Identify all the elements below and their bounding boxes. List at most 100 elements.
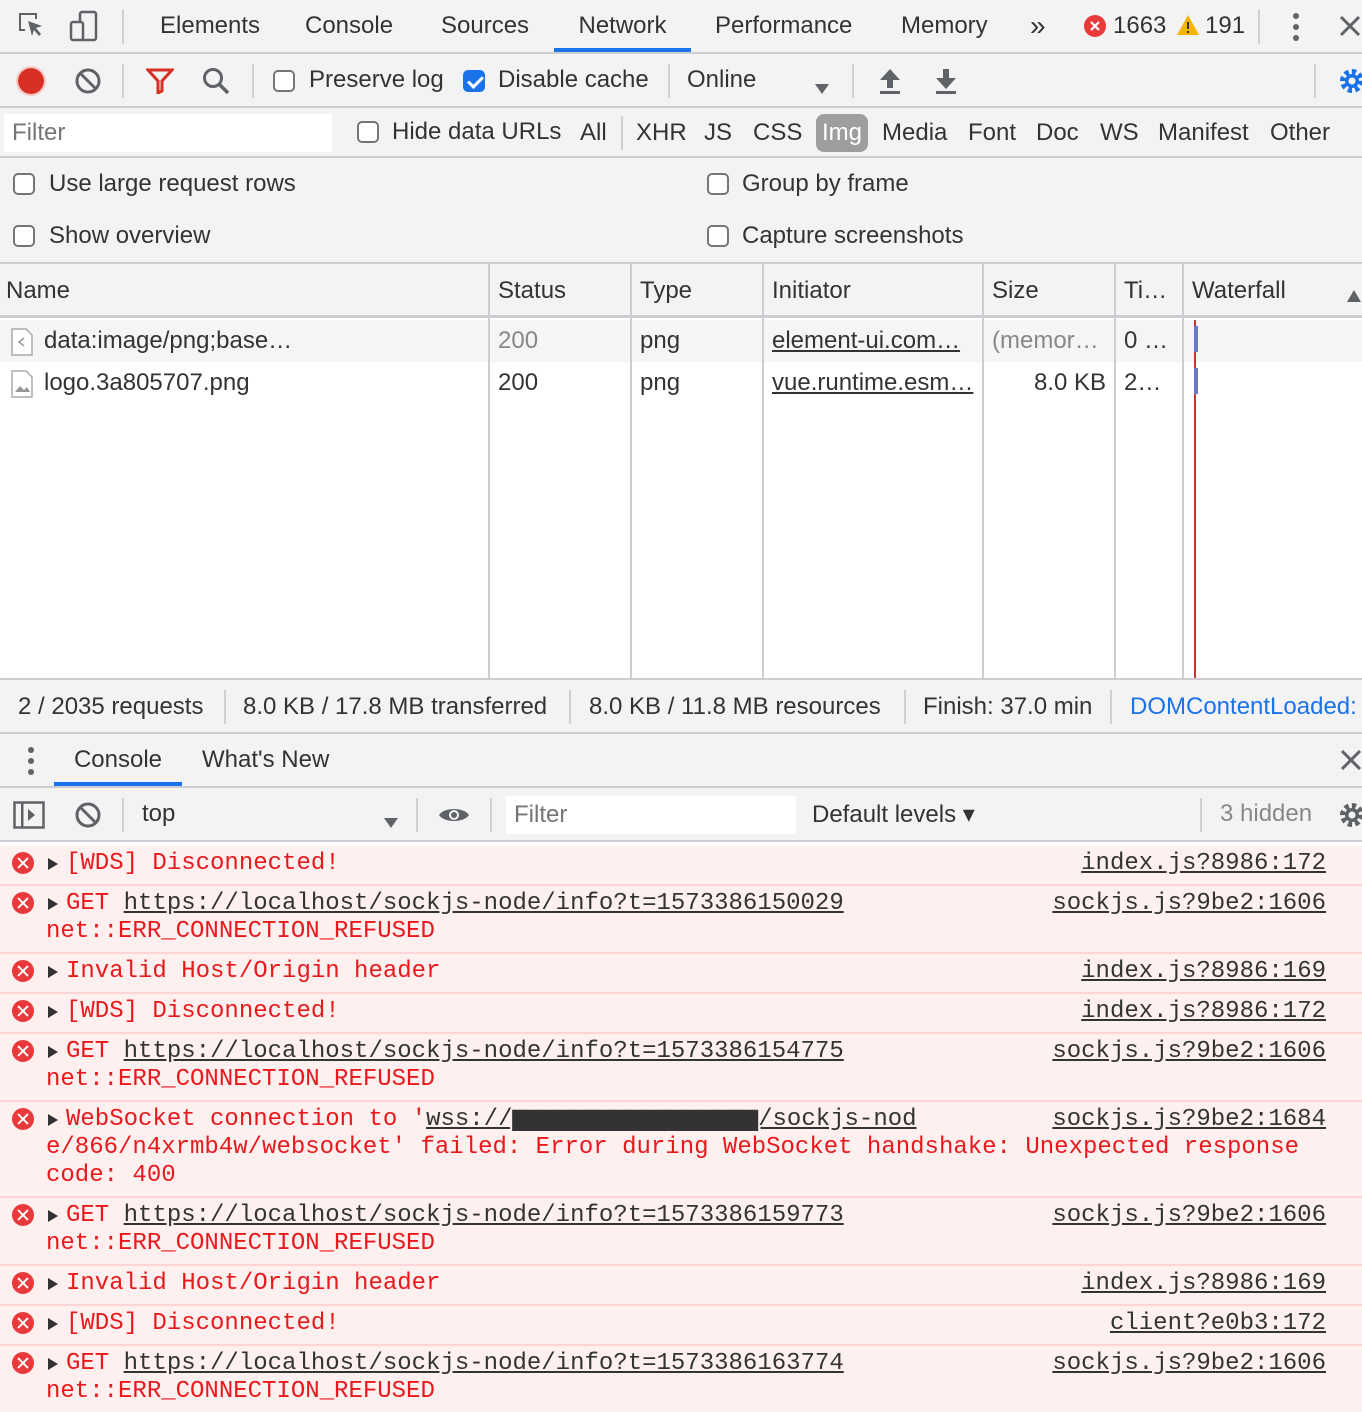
message-source-link[interactable]: sockjs.js?9be2:1606 [1052,1202,1326,1230]
tab-console[interactable]: Console [305,0,393,52]
console-message[interactable]: [WDS] Disconnected! index.js?8986:172 [0,994,1362,1034]
column-header-time[interactable]: Ti… [1118,264,1182,318]
message-url-link[interactable]: https://localhost/sockjs-node/info?t=157… [124,1038,844,1065]
column-header-initiator[interactable]: Initiator [766,264,982,318]
device-toolbar-icon[interactable] [68,10,100,51]
cell-name[interactable]: logo.3a805707.png [38,362,488,404]
tab-sources[interactable]: Sources [441,0,529,52]
preserve-log-checkbox[interactable] [273,70,295,92]
warning-count[interactable]: 191 [1205,12,1245,40]
message-source-link[interactable]: sockjs.js?9be2:1684 [1052,1106,1326,1134]
live-expression-eye-icon[interactable] [437,804,471,833]
expand-triangle-icon[interactable] [48,1318,58,1330]
expand-triangle-icon[interactable] [48,1210,58,1222]
type-filter-media[interactable]: Media [878,114,951,152]
console-message[interactable]: GET https://localhost/sockjs-node/info?t… [0,1346,1362,1412]
export-har-icon[interactable] [934,67,958,102]
search-icon[interactable] [201,66,231,103]
drawer-tab-whats-new[interactable]: What's New [202,734,329,786]
clear-console-icon[interactable] [74,801,102,836]
message-source-link[interactable]: client?e0b3:172 [1110,1310,1326,1338]
error-count[interactable]: 1663 [1113,12,1166,40]
type-filter-font[interactable]: Font [964,114,1020,152]
message-url-link[interactable]: https://localhost/sockjs-node/info?t=157… [124,1350,844,1377]
message-url-link[interactable]: wss://▆▆▆▆▆▆▆▆▆▆▆▆▆▆▆▆▆/sockjs-nod [426,1106,916,1133]
console-message[interactable]: GET https://localhost/sockjs-node/info?t… [0,1034,1362,1102]
log-levels-dropdown[interactable]: Default levels ▾ [812,800,975,829]
expand-triangle-icon[interactable] [48,1358,58,1370]
column-header-type[interactable]: Type [634,264,762,318]
disable-cache-checkbox[interactable] [463,70,485,92]
expand-triangle-icon[interactable] [48,898,58,910]
more-tabs-button[interactable]: » [1030,0,1046,52]
expand-triangle-icon[interactable] [48,1278,58,1290]
close-devtools-icon[interactable] [1338,14,1362,45]
expand-triangle-icon[interactable] [48,1114,58,1126]
type-filter-css[interactable]: CSS [749,114,806,152]
hide-data-urls-checkbox[interactable] [357,121,379,143]
message-url-link[interactable]: https://localhost/sockjs-node/info?t=157… [124,1202,844,1229]
column-header-waterfall[interactable]: Waterfall [1186,264,1336,318]
column-header-name[interactable]: Name [0,264,488,318]
message-url-link[interactable]: https://localhost/sockjs-node/info?t=157… [124,890,844,917]
close-drawer-icon[interactable] [1340,749,1362,778]
console-message[interactable]: [WDS] Disconnected! index.js?8986:172 [0,846,1362,886]
console-settings-gear-icon[interactable] [1337,800,1362,837]
error-icon[interactable] [1084,15,1106,44]
cell-name[interactable]: data:image/png;base… [38,320,488,362]
throttling-select[interactable]: Online [687,66,756,94]
type-filter-other[interactable]: Other [1266,114,1334,152]
console-message[interactable]: [WDS] Disconnected! client?e0b3:172 [0,1306,1362,1346]
console-message[interactable]: Invalid Host/Origin header index.js?8986:… [0,954,1362,994]
filter-icon[interactable] [144,68,176,101]
inspect-element-icon[interactable] [16,10,48,49]
type-filter-manifest[interactable]: Manifest [1154,114,1253,152]
tab-network[interactable]: Network [554,0,691,52]
tab-memory[interactable]: Memory [901,0,988,52]
cell-initiator-link[interactable]: vue.runtime.esm… [766,362,982,404]
drawer-menu-icon[interactable] [25,746,37,783]
console-messages[interactable]: [WDS] Disconnected! index.js?8986:172 GET … [0,842,1362,1412]
capture-screenshots-checkbox[interactable] [707,225,729,247]
type-filter-js[interactable]: JS [700,114,736,152]
expand-triangle-icon[interactable] [48,1006,58,1018]
record-icon[interactable] [16,66,46,103]
clear-icon[interactable] [74,67,102,102]
warning-icon[interactable] [1176,14,1200,43]
import-har-icon[interactable] [878,67,902,102]
table-row[interactable]: logo.3a805707.png 200 png vue.runtime.es… [0,362,1182,404]
expand-triangle-icon[interactable] [48,858,58,870]
type-filter-xhr[interactable]: XHR [632,114,691,152]
message-source-link[interactable]: index.js?8986:169 [1081,958,1326,986]
console-message[interactable]: GET https://localhost/sockjs-node/info?t… [0,886,1362,954]
type-filter-ws[interactable]: WS [1096,114,1143,152]
table-row[interactable]: data:image/png;base… 200 png element-ui.… [0,320,1182,362]
group-by-frame-checkbox[interactable] [707,173,729,195]
message-source-link[interactable]: index.js?8986:172 [1081,850,1326,878]
type-filter-img[interactable]: Img [816,114,868,152]
tab-performance[interactable]: Performance [715,0,852,52]
message-source-link[interactable]: sockjs.js?9be2:1606 [1052,890,1326,918]
expand-triangle-icon[interactable] [48,1046,58,1058]
expand-triangle-icon[interactable] [48,966,58,978]
console-message[interactable]: Invalid Host/Origin header index.js?8986:… [0,1266,1362,1306]
console-message[interactable]: GET https://localhost/sockjs-node/info?t… [0,1198,1362,1266]
tab-elements[interactable]: Elements [160,0,260,52]
console-message[interactable]: WebSocket connection to 'wss://▆▆▆▆▆▆▆▆▆… [0,1102,1362,1198]
type-filter-all[interactable]: All [576,114,611,152]
column-header-status[interactable]: Status [492,264,630,318]
message-source-link[interactable]: index.js?8986:169 [1081,1270,1326,1298]
show-overview-checkbox[interactable] [13,225,35,247]
network-filter-input[interactable] [4,114,332,152]
kebab-menu-icon[interactable] [1290,12,1302,49]
cell-initiator-link[interactable]: element-ui.com… [766,320,982,362]
large-rows-checkbox[interactable] [13,173,35,195]
message-source-link[interactable]: sockjs.js?9be2:1606 [1052,1350,1326,1378]
context-select[interactable]: top [142,800,175,828]
type-filter-doc[interactable]: Doc [1032,114,1083,152]
console-filter-input[interactable] [506,796,796,834]
chevron-down-icon[interactable] [814,74,830,102]
message-source-link[interactable]: index.js?8986:172 [1081,998,1326,1026]
column-header-size[interactable]: Size [986,264,1114,318]
sidebar-toggle-icon[interactable] [13,801,45,836]
